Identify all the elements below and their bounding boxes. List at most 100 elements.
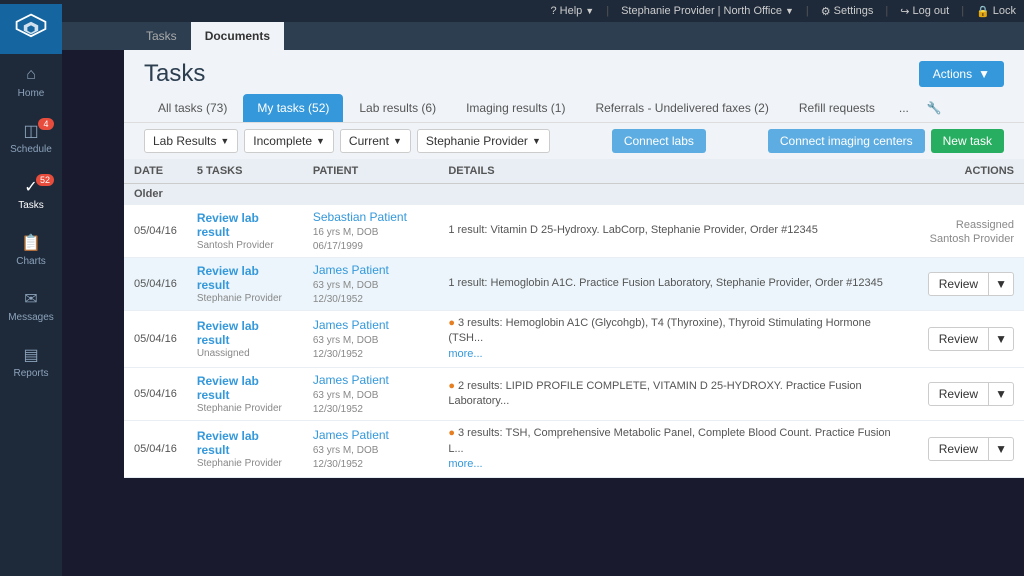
user-chevron-icon: ▼ [785,6,794,16]
task-type-link[interactable]: Review lab result [197,264,259,292]
task-type-cell: Review lab result Santosh Provider [187,205,303,258]
tab-documents[interactable]: Documents [191,22,284,50]
patient-link[interactable]: James Patient [313,428,389,442]
task-type-link[interactable]: Review lab result [197,374,259,402]
nav-separator4: | [961,5,964,17]
task-type-link[interactable]: Review lab result [197,429,259,457]
patient-details: 63 yrs M, DOB 12/30/1952 [313,280,379,305]
time-filter[interactable]: Current ▼ [340,129,411,153]
user-location-button[interactable]: Stephanie Provider | North Office ▼ [621,5,794,17]
separator: | [718,5,721,17]
tab-referrals[interactable]: Referrals - Undelivered faxes (2) [581,94,782,122]
patient-cell: James Patient 63 yrs M, DOB 12/30/1952 [303,311,438,368]
schedule-badge: 4 [38,118,54,130]
table-row: 05/04/16 Review lab result Unassigned Ja… [124,311,1024,368]
more-link[interactable]: more... [448,348,482,360]
help-button[interactable]: ? Help ▼ [551,5,595,17]
review-dropdown-button[interactable]: ▼ [989,327,1014,351]
details-cell: 1 result: Hemoglobin A1C. Practice Fusio… [438,258,917,311]
task-tab-bar: All tasks (73) My tasks (52) Lab results… [124,94,1024,123]
task-type-link[interactable]: Review lab result [197,211,259,239]
review-dropdown-button[interactable]: ▼ [989,382,1014,406]
tasks-table-wrapper: DATE 5 TASKS PATIENT DETAILS ACTIONS Old… [124,159,1024,478]
logo [0,4,62,54]
patient-details: 63 yrs M, DOB 12/30/1952 [313,445,379,470]
nav-separator: | [606,5,609,17]
logout-button[interactable]: ↪ Log out [900,5,949,18]
task-date: 05/04/16 [124,258,187,311]
actions-button[interactable]: Actions ▼ [919,61,1004,87]
col-patient: PATIENT [303,159,438,184]
patient-link[interactable]: James Patient [313,318,389,332]
sidebar-item-schedule[interactable]: ◫ Schedule 4 [0,110,62,166]
task-date: 05/04/16 [124,421,187,478]
gear-icon: ⚙ [821,5,831,18]
settings-button[interactable]: ⚙ Settings [821,5,874,18]
provider-filter-chevron-icon: ▼ [532,136,541,146]
review-dropdown-button[interactable]: ▼ [989,437,1014,461]
tab-tasks[interactable]: Tasks [132,22,191,50]
task-type-cell: Review lab result Stephanie Provider [187,258,303,311]
review-button[interactable]: Review [928,382,989,406]
review-button[interactable]: Review [928,272,989,296]
action-cell: Review▼ [918,368,1024,421]
section-header-row: Older [124,184,1024,205]
lock-button[interactable]: 🔒 Lock [976,5,1016,18]
tab-my-tasks[interactable]: My tasks (52) [243,94,343,122]
wrench-icon: 🔧 [927,101,942,115]
new-task-button[interactable]: New task [931,129,1004,153]
more-link[interactable]: more... [448,458,482,470]
task-date: 05/04/16 [124,311,187,368]
action-cell: Reassigned Santosh Provider [918,205,1024,258]
tab-refill-requests[interactable]: Refill requests [785,94,889,122]
patient-link[interactable]: James Patient [313,263,389,277]
patient-link[interactable]: Sebastian Patient [313,210,407,224]
sidebar-item-messages[interactable]: ✉ Messages [0,278,62,334]
actions-chevron-icon: ▼ [978,67,990,81]
tab-all-tasks[interactable]: All tasks (73) [144,94,241,122]
details-cell: ●2 results: LIPID PROFILE COMPLETE, VITA… [438,368,917,421]
nav-separator2: | [806,5,809,17]
patient-details: 16 yrs M, DOB 06/17/1999 [313,227,379,252]
reports-icon: ▤ [21,345,41,365]
time-filter-chevron-icon: ▼ [393,136,402,146]
user-name: Stephanie Provider [621,5,715,17]
patient-link[interactable]: James Patient [313,373,389,387]
tab-more-button[interactable]: ... [891,96,917,120]
task-type-cell: Review lab result Stephanie Provider [187,421,303,478]
reassigned-label: Reassigned [956,219,1014,231]
task-date: 05/04/16 [124,368,187,421]
orange-dot-icon: ● [448,380,455,392]
main-content: Tasks Actions ▼ All tasks (73) My tasks … [124,50,1024,478]
review-button[interactable]: Review [928,327,989,351]
col-date: DATE [124,159,187,184]
connect-imaging-button[interactable]: Connect imaging centers [768,129,925,153]
task-type-link[interactable]: Review lab result [197,319,259,347]
tab-imaging-results[interactable]: Imaging results (1) [452,94,579,122]
action-cell: Review▼ [918,421,1024,478]
tasks-badge: 52 [36,174,54,186]
provider-filter[interactable]: Stephanie Provider ▼ [417,129,550,153]
sidebar-item-tasks[interactable]: ✓ Tasks 52 [0,166,62,222]
reassigned-provider: Santosh Provider [930,233,1014,245]
patient-cell: Sebastian Patient 16 yrs M, DOB 06/17/19… [303,205,438,258]
review-button[interactable]: Review [928,437,989,461]
review-dropdown-button[interactable]: ▼ [989,272,1014,296]
question-icon: ? [551,5,557,17]
patient-cell: James Patient 63 yrs M, DOB 12/30/1952 [303,421,438,478]
tab-lab-results[interactable]: Lab results (6) [345,94,450,122]
task-type-cell: Review lab result Unassigned [187,311,303,368]
table-row: 05/04/16 Review lab result Santosh Provi… [124,205,1024,258]
table-row: 05/04/16 Review lab result Stephanie Pro… [124,368,1024,421]
tab-settings-button[interactable]: 🔧 [919,96,950,120]
orange-dot-icon: ● [448,427,455,439]
type-filter[interactable]: Lab Results ▼ [144,129,238,153]
details-cell: 1 result: Vitamin D 25-Hydroxy. LabCorp,… [438,205,917,258]
filter-bar: Lab Results ▼ Incomplete ▼ Current ▼ Ste… [124,123,1024,159]
status-filter[interactable]: Incomplete ▼ [244,129,334,153]
sidebar-item-charts[interactable]: 📋 Charts [0,222,62,278]
sidebar-item-home[interactable]: ⌂ Home [0,54,62,110]
sidebar-item-reports[interactable]: ▤ Reports [0,334,62,390]
sidebar-item-home-label: Home [18,88,45,99]
connect-labs-button[interactable]: Connect labs [612,129,706,153]
